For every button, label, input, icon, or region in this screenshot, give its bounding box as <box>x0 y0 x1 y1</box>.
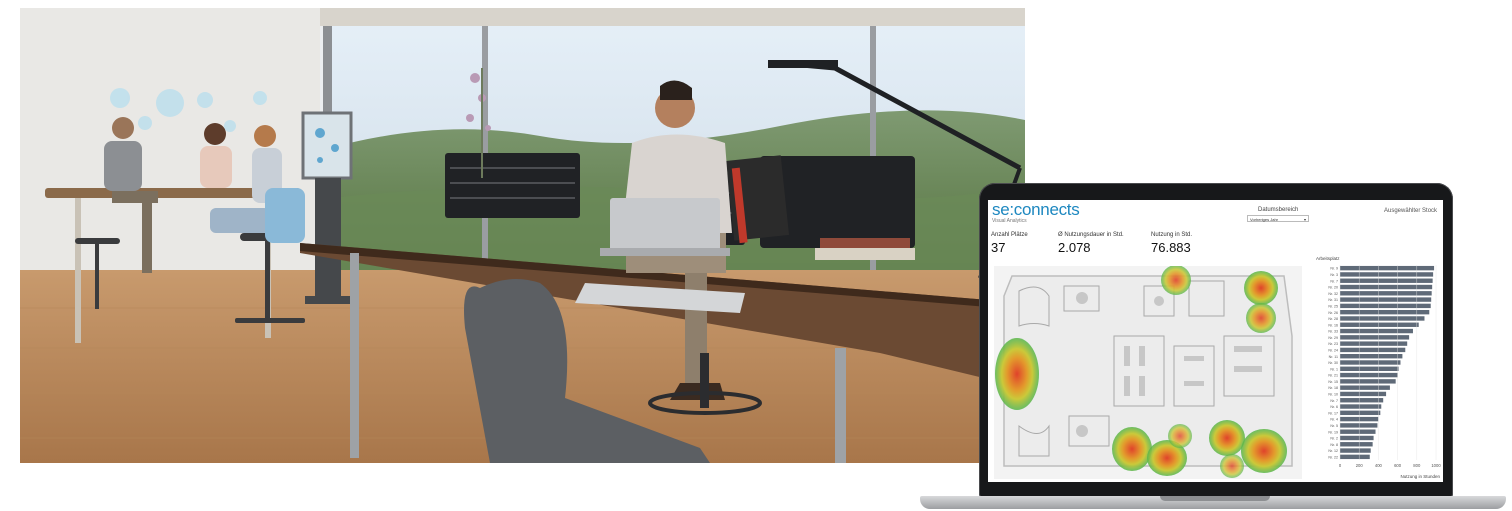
bar-category-label: Nr. 18 <box>1328 386 1338 390</box>
x-tick-label: 200 <box>1356 463 1364 468</box>
bar-category-label: Nr. 23 <box>1328 342 1338 346</box>
bar[interactable] <box>1340 360 1401 365</box>
bar-category-label: Nr. 28 <box>1328 317 1338 321</box>
floor-plan-heatmap[interactable] <box>994 266 1302 479</box>
kpi-value: 2.078 <box>1058 240 1091 255</box>
bar-category-label: Nr. 31 <box>1328 298 1338 302</box>
bar[interactable] <box>1340 291 1432 296</box>
bar-category-label: Nr. 32 <box>1328 292 1338 296</box>
bar-category-label: Nr. 11 <box>1329 355 1338 359</box>
kpi-label: Nutzung in Std. <box>1151 232 1193 238</box>
bar[interactable] <box>1340 309 1430 315</box>
x-tick-label: 1000 <box>1431 463 1441 468</box>
kpi-avg-duration: Ø Nutzungsdauer in Std. 2.078 <box>1058 232 1124 255</box>
bar[interactable] <box>1340 385 1390 390</box>
bar[interactable] <box>1340 429 1376 434</box>
bar[interactable] <box>1340 354 1403 359</box>
floor-selector-label[interactable]: Ausgewählter Stock <box>1384 208 1437 214</box>
bar-category-label: Nr. 26 <box>1328 311 1338 315</box>
bar-category-label: Nr. 15 <box>1328 380 1338 384</box>
kpi-seats: Anzahl Plätze 37 <box>991 232 1028 255</box>
date-range-label: Datumsbereich <box>1258 207 1299 213</box>
bar[interactable] <box>1340 448 1371 453</box>
bar[interactable] <box>1340 442 1373 447</box>
bar[interactable] <box>1340 272 1434 277</box>
bar-category-label: Nr. 22 <box>1328 455 1338 459</box>
bar-category-label: Nr. 19 <box>1328 430 1338 434</box>
kpi-label: Anzahl Plätze <box>991 232 1028 238</box>
bar-category-label: Nr. 33 <box>1328 330 1338 334</box>
bar[interactable] <box>1340 366 1399 371</box>
bar-category-label: Nr. 16 <box>1328 323 1338 327</box>
usage-bar-chart: Arbeitsplatz Nr. 9Nr. 3Nr. 7Nr. 20Nr. 32… <box>1316 256 1441 479</box>
x-tick-label: 0 <box>1339 463 1342 468</box>
date-range-value: Vorheriges Jahr <box>1250 217 1279 222</box>
bar-category-label: Nr. 17 <box>1328 411 1338 415</box>
laptop-notch <box>1160 496 1270 501</box>
bar-category-label: Nr. 10 <box>1328 393 1338 397</box>
bar[interactable] <box>1340 297 1432 302</box>
bar-category-label: Nr. 4 <box>1330 418 1338 422</box>
kpi-label: Ø Nutzungsdauer in Std. <box>1058 232 1124 238</box>
bar-category-label: Nr. 29 <box>1328 336 1338 340</box>
bar[interactable] <box>1340 335 1410 340</box>
date-range-select[interactable]: Vorheriges Jahr ▾ <box>1247 215 1309 222</box>
bar-category-label: Nr. 6 <box>1330 405 1338 409</box>
bar[interactable] <box>1340 316 1425 321</box>
bar-category-label: Nr. 20 <box>1328 286 1338 290</box>
dashboard-screen: se:connects Visual Analytics Datumsberei… <box>988 200 1443 482</box>
bar-category-label: Nr. 1 <box>1330 367 1338 371</box>
brand-logo: se:connects Visual Analytics <box>992 200 1080 225</box>
bar-category-label: Nr. 30 <box>1328 361 1338 365</box>
bar[interactable] <box>1340 328 1413 334</box>
kpi-value: 76.883 <box>1151 240 1191 255</box>
bar[interactable] <box>1340 278 1433 283</box>
bar[interactable] <box>1340 265 1435 271</box>
x-tick-label: 600 <box>1394 463 1402 468</box>
bar-category-label: Nr. 3 <box>1330 273 1338 277</box>
bar[interactable] <box>1340 341 1408 346</box>
bar[interactable] <box>1340 284 1433 290</box>
kpi-usage-hours: Nutzung in Std. 76.883 <box>1151 232 1192 255</box>
bar[interactable] <box>1340 372 1398 378</box>
office-photo <box>20 8 1025 463</box>
bar-category-label: Nr. 2 <box>1330 437 1338 441</box>
bar[interactable] <box>1340 322 1419 327</box>
bar[interactable] <box>1340 404 1382 409</box>
bar[interactable] <box>1340 391 1387 397</box>
bar[interactable] <box>1340 454 1370 460</box>
bar-category-label: Nr. 25 <box>1328 304 1338 308</box>
x-axis-label: Nutzung in Stunden <box>1400 474 1440 479</box>
chevron-down-icon: ▾ <box>1303 217 1306 222</box>
bar-category-label: Nr. 21 <box>1328 374 1338 378</box>
bar-category-label: Nr. 7 <box>1330 279 1338 283</box>
bar[interactable] <box>1340 435 1374 441</box>
bar-category-label: Nr. 9 <box>1330 267 1338 271</box>
bar[interactable] <box>1340 347 1406 353</box>
x-tick-label: 800 <box>1413 463 1421 468</box>
brand-name: se:connects <box>992 200 1080 219</box>
bar[interactable] <box>1340 398 1384 403</box>
bar[interactable] <box>1340 410 1381 416</box>
bar-category-label: Nr. 24 <box>1328 348 1338 352</box>
bar-category-label: Nr. 7 <box>1330 399 1338 403</box>
bar-category-label: Nr. 8 <box>1330 443 1338 447</box>
kpi-value: 37 <box>991 240 1006 255</box>
x-tick-label: 400 <box>1375 463 1383 468</box>
bar-category-label: Nr. 5 <box>1330 424 1338 428</box>
bar[interactable] <box>1340 423 1378 428</box>
bar[interactable] <box>1340 303 1431 309</box>
bar-chart-title: Arbeitsplatz <box>1316 256 1340 261</box>
bar[interactable] <box>1340 379 1396 384</box>
bar-category-label: Nr. 12 <box>1328 449 1338 453</box>
